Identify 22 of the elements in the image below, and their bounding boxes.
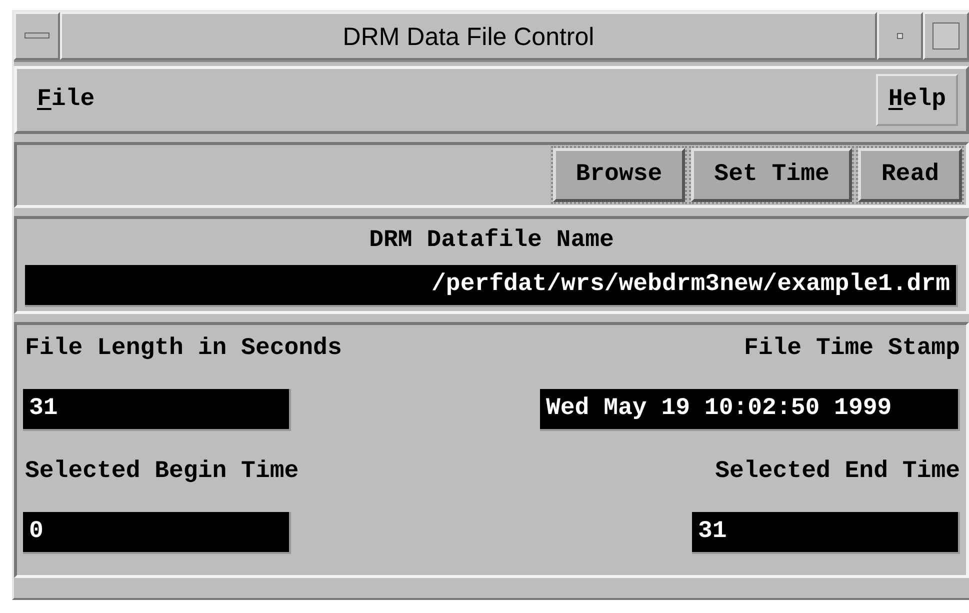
minimize-button[interactable] <box>877 12 923 60</box>
toolbar-button[interactable]: Read <box>858 148 962 202</box>
window-menu-button[interactable] <box>14 12 60 60</box>
toolbar-button[interactable]: Set Time <box>691 148 852 202</box>
maximize-button[interactable] <box>923 12 969 60</box>
text-field[interactable]: Wed May 19 10:02:50 1999 <box>540 389 960 431</box>
text-field[interactable]: 31 <box>23 389 291 431</box>
field-label: File Time Stamp <box>744 334 960 364</box>
toolbar-button[interactable]: Browse <box>552 148 686 202</box>
filename-field[interactable]: /perfdat/wrs/webdrm3new/example1.drm <box>25 265 958 307</box>
text-field[interactable]: 31 <box>692 512 960 554</box>
field-label: DRM Datafile Name <box>368 226 615 256</box>
menu-item[interactable]: Help <box>876 74 958 126</box>
maximize-icon <box>932 22 960 50</box>
field-label: File Length in Seconds <box>24 334 343 364</box>
field-label: Selected End Time <box>715 457 960 487</box>
window-title: DRM Data File Control <box>60 12 877 60</box>
menu-item[interactable]: File <box>25 74 107 126</box>
minimize-icon <box>897 33 903 39</box>
text-field[interactable]: 0 <box>23 512 291 554</box>
window-menu-icon <box>24 32 50 40</box>
field-label: Selected Begin Time <box>24 457 300 487</box>
